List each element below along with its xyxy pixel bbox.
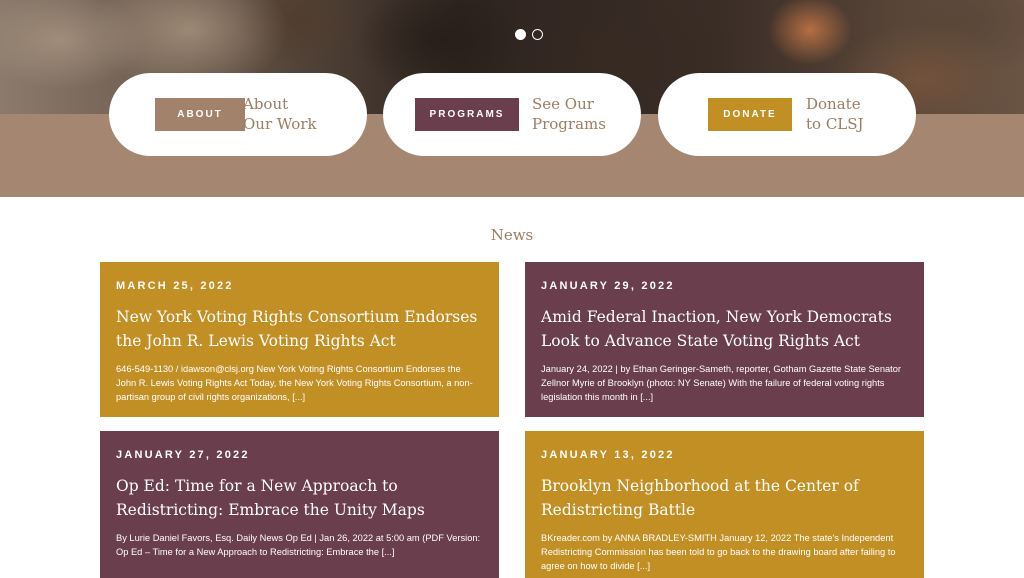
news-card-date: JANUARY 13, 2022 <box>541 449 675 461</box>
donate-link-card[interactable]: DONATE Donate to CLSJ <box>658 73 916 156</box>
carousel-dot-2[interactable] <box>532 29 543 40</box>
programs-text: See Our Programs <box>532 95 606 133</box>
news-card-date: JANUARY 27, 2022 <box>116 449 250 461</box>
donate-text: Donate to CLSJ <box>806 95 864 133</box>
news-card-date: MARCH 25, 2022 <box>116 280 234 292</box>
about-tag: ABOUT <box>155 98 245 131</box>
news-heading: News <box>490 226 534 244</box>
news-card[interactable]: JANUARY 27, 2022 Op Ed: Time for a New A… <box>100 431 499 578</box>
news-card-excerpt: 646-549-1130 / idawson@clsj.org New York… <box>116 364 473 402</box>
about-text: About Our Work <box>243 95 317 133</box>
donate-tag: DONATE <box>708 98 792 131</box>
news-card[interactable]: JANUARY 29, 2022 Amid Federal Inaction, … <box>525 262 924 417</box>
carousel-dot-1[interactable] <box>515 29 526 40</box>
news-card[interactable]: JANUARY 13, 2022 Brooklyn Neighborhood a… <box>525 431 924 578</box>
news-card-headline[interactable]: Brooklyn Neighborhood at the Center of R… <box>541 474 908 522</box>
about-link-card[interactable]: ABOUT About Our Work <box>109 73 367 156</box>
news-card-excerpt: BKreader.com by ANNA BRADLEY-SMITH Janua… <box>541 533 896 571</box>
news-card-excerpt: By Lurie Daniel Favors, Esq. Daily News … <box>116 533 481 557</box>
carousel-dots <box>515 29 543 40</box>
news-card-headline[interactable]: Op Ed: Time for a New Approach to Redist… <box>116 474 483 522</box>
news-card[interactable]: MARCH 25, 2022 New York Voting Rights Co… <box>100 262 499 417</box>
news-card-excerpt: January 24, 2022 | by Ethan Geringer-Sam… <box>541 364 902 402</box>
programs-link-card[interactable]: PROGRAMS See Our Programs <box>383 73 641 156</box>
news-card-headline[interactable]: Amid Federal Inaction, New York Democrat… <box>541 305 908 353</box>
news-card-date: JANUARY 29, 2022 <box>541 280 675 292</box>
programs-tag: PROGRAMS <box>415 98 519 131</box>
news-card-headline[interactable]: New York Voting Rights Consortium Endors… <box>116 305 483 353</box>
